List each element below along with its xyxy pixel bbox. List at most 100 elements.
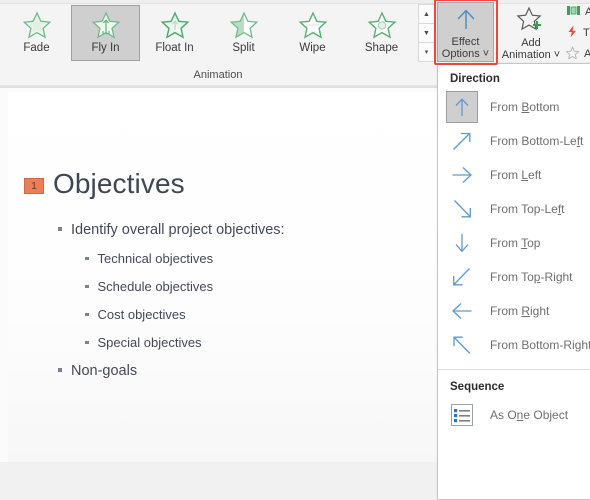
bullet-square-icon	[85, 340, 89, 344]
menu-item-label: From Top-Left	[490, 202, 565, 216]
animation-group-title-bar: Animation	[0, 64, 436, 86]
menu-item-from-top[interactable]: From Top	[438, 226, 590, 260]
slide-title[interactable]: Objectives	[53, 168, 185, 200]
add-animation-label-line1: Add	[521, 37, 541, 49]
menu-item-from-top-right[interactable]: From Top-Right	[438, 260, 590, 294]
list-item-label: Non-goals	[71, 363, 138, 379]
star-icon	[366, 10, 398, 40]
accelerator-key: L	[521, 168, 529, 182]
list-item-label: Special objectives	[97, 335, 202, 350]
chevron-down-icon: ˅	[553, 49, 561, 61]
menu-item-label: From Bottom-Right	[490, 338, 590, 352]
slide-body-placeholder[interactable]: Identify overall project objectives: Tec…	[58, 222, 488, 392]
list-item[interactable]: Non-goals	[58, 363, 488, 379]
list-item[interactable]: Identify overall project objectives:	[58, 222, 488, 238]
list-item-label: Cost objectives	[97, 307, 186, 322]
gallery-item-fade[interactable]: Fade	[2, 5, 71, 61]
animation-painter-label: An	[584, 48, 590, 60]
list-item-label: Technical objectives	[97, 251, 214, 266]
animation-group-label: Animation	[193, 69, 243, 81]
arrow-left-icon	[446, 295, 478, 327]
list-item-label: Identify overall project objectives:	[71, 222, 285, 238]
bullet-square-icon	[58, 368, 62, 372]
trigger-lightning-icon	[566, 25, 579, 41]
accelerator-key: g	[574, 338, 582, 352]
star-icon	[297, 10, 329, 40]
arrow-up-icon	[446, 91, 478, 123]
gallery-item-fly-in[interactable]: Fly In	[71, 5, 140, 61]
effect-options-label-line1: Effect	[451, 36, 480, 48]
menu-item-from-bottom[interactable]: From Bottom	[438, 90, 590, 124]
star-icon	[90, 10, 122, 40]
arrow-right-icon	[446, 159, 478, 191]
menu-item-as-one-object[interactable]: As One Object	[438, 398, 590, 432]
animation-order-badge[interactable]: 1	[24, 178, 44, 194]
gallery-item-split[interactable]: Split	[209, 5, 278, 61]
menu-item-from-bottom-right[interactable]: From Bottom-Right	[438, 328, 590, 362]
chevron-down-icon: ˅	[482, 48, 490, 60]
bullet-square-icon	[85, 256, 89, 260]
accelerator-key: T	[521, 236, 528, 250]
list-item-label: Schedule objectives	[97, 279, 214, 294]
gallery-item-label: Fade	[23, 42, 50, 54]
list-item[interactable]: Schedule objectives	[85, 279, 488, 294]
animation-pane-button[interactable]: An	[566, 4, 590, 20]
list-item[interactable]: Cost objectives	[85, 307, 488, 322]
accelerator-key: B	[521, 100, 530, 114]
animation-painter-icon	[566, 46, 580, 62]
add-animation-label-line2: Animation ˅	[501, 49, 561, 61]
sequence-section: Sequence As One Object	[438, 370, 590, 432]
animation-effect-gallery[interactable]: Fade Fly In Float In Split Wipe Shape	[2, 5, 416, 61]
animation-painter-button[interactable]: An	[566, 46, 590, 62]
menu-item-from-bottom-left[interactable]: From Bottom-Left	[438, 124, 590, 158]
arrow-down-left-icon	[446, 261, 478, 293]
animation-pane-icon	[566, 4, 581, 20]
bullet-square-icon	[85, 312, 89, 316]
gallery-item-label: Split	[232, 42, 255, 54]
star-icon	[21, 10, 53, 40]
arrow-down-right-icon	[446, 193, 478, 225]
gallery-scroll-buttons[interactable]: ▲ ▼ ▾	[418, 4, 435, 62]
gallery-more-button[interactable]: ▾	[418, 42, 435, 62]
gallery-scroll-up-button[interactable]: ▲	[418, 4, 435, 24]
gallery-item-label: Shape	[364, 42, 399, 54]
list-item[interactable]: Special objectives	[85, 335, 488, 350]
animation-pane-label: An	[585, 6, 590, 18]
accelerator-key: R	[521, 304, 531, 318]
trigger-button[interactable]: Tri	[566, 25, 590, 41]
accelerator-key: n	[516, 408, 524, 422]
star-half-icon	[228, 10, 260, 40]
effect-options-dropdown-menu[interactable]: Direction From Bottom From Bottom-Left F…	[437, 63, 590, 500]
accelerator-key: f	[557, 202, 562, 216]
menu-item-label: From Left	[490, 168, 542, 182]
gallery-item-wipe[interactable]: Wipe	[278, 5, 347, 61]
menu-item-from-left[interactable]: From Left	[438, 158, 590, 192]
arrow-up-left-icon	[446, 329, 478, 361]
gallery-item-float-in[interactable]: Float In	[140, 5, 209, 61]
effect-options-button[interactable]: Effect Options ˅	[437, 2, 494, 62]
menu-item-label: From Right	[490, 304, 550, 318]
as-one-object-icon	[446, 399, 478, 431]
direction-section-header: Direction	[450, 73, 500, 85]
menu-item-label: From Bottom	[490, 100, 560, 114]
star-icon	[159, 10, 191, 40]
list-item[interactable]: Technical objectives	[85, 251, 488, 266]
trigger-label: Tri	[583, 27, 590, 39]
accelerator-key: p	[533, 270, 541, 284]
accelerator-key: f	[576, 134, 581, 148]
menu-item-from-right[interactable]: From Right	[438, 294, 590, 328]
advanced-animation-commands: An Tri An	[566, 4, 590, 62]
star-plus-icon	[516, 6, 546, 37]
add-animation-button[interactable]: Add Animation ˅	[500, 2, 562, 62]
menu-item-label: As One Object	[490, 408, 569, 422]
sequence-section-header: Sequence	[450, 381, 505, 393]
gallery-item-label: Fly In	[91, 42, 120, 54]
arrow-up-icon	[453, 7, 479, 36]
arrow-down-icon	[446, 227, 478, 259]
effect-options-label-line2: Options ˅	[441, 48, 490, 60]
gallery-item-shape[interactable]: Shape	[347, 5, 416, 61]
gallery-item-label: Wipe	[299, 42, 326, 54]
gallery-scroll-down-button[interactable]: ▼	[418, 23, 435, 43]
menu-item-from-top-left[interactable]: From Top-Left	[438, 192, 590, 226]
menu-item-label: From Bottom-Left	[490, 134, 584, 148]
